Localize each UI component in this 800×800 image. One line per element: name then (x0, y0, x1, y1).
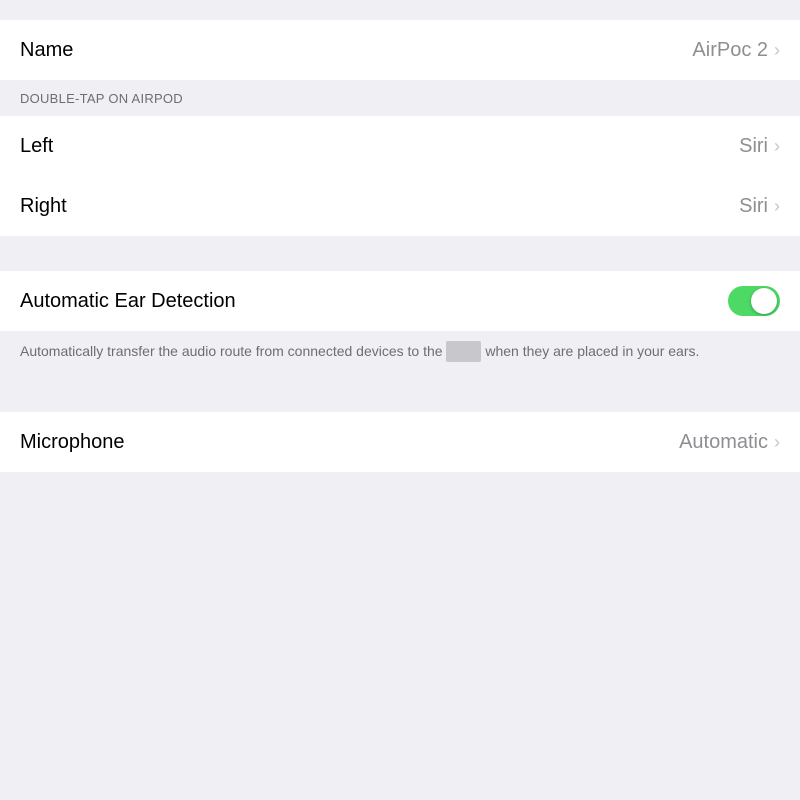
right-value: Siri (739, 195, 768, 218)
ear-detection-group: Automatic Ear Detection (0, 271, 800, 331)
name-row[interactable]: Name AirPoc 2 › (0, 20, 800, 80)
microphone-value: Automatic (679, 431, 768, 454)
description-text: Automatically transfer the audio route f… (20, 343, 699, 359)
spacer-1 (0, 236, 800, 271)
right-row[interactable]: Right Siri › (0, 176, 800, 236)
top-spacer (0, 0, 800, 20)
name-value-group: AirPoc 2 › (692, 39, 780, 62)
spacer-2 (0, 377, 800, 412)
microphone-value-group: Automatic › (679, 431, 780, 454)
right-label: Right (20, 195, 67, 218)
microphone-row[interactable]: Microphone Automatic › (0, 412, 800, 472)
blurred-device-name (446, 341, 481, 362)
left-row[interactable]: Left Siri › (0, 116, 800, 176)
right-chevron-icon: › (774, 196, 780, 217)
settings-page: Name AirPoc 2 › DOUBLE-TAP ON AIRPOD Lef… (0, 0, 800, 472)
name-group: Name AirPoc 2 › (0, 20, 800, 80)
double-tap-group: Left Siri › Right Siri › (0, 116, 800, 236)
automatic-ear-detection-toggle[interactable] (728, 286, 780, 316)
left-value: Siri (739, 135, 768, 158)
name-value: AirPoc 2 (692, 39, 768, 62)
ear-detection-description: Automatically transfer the audio route f… (0, 331, 800, 377)
microphone-label: Microphone (20, 431, 125, 454)
section-header-text: DOUBLE-TAP ON AIRPOD (20, 91, 183, 106)
double-tap-section-header: DOUBLE-TAP ON AIRPOD (0, 80, 800, 116)
left-value-group: Siri › (739, 135, 780, 158)
toggle-thumb (751, 288, 777, 314)
left-label: Left (20, 135, 53, 158)
name-chevron-icon: › (774, 40, 780, 61)
name-label: Name (20, 39, 73, 62)
microphone-chevron-icon: › (774, 432, 780, 453)
automatic-ear-detection-row[interactable]: Automatic Ear Detection (0, 271, 800, 331)
microphone-group: Microphone Automatic › (0, 412, 800, 472)
left-chevron-icon: › (774, 136, 780, 157)
right-value-group: Siri › (739, 195, 780, 218)
automatic-ear-detection-label: Automatic Ear Detection (20, 290, 236, 313)
